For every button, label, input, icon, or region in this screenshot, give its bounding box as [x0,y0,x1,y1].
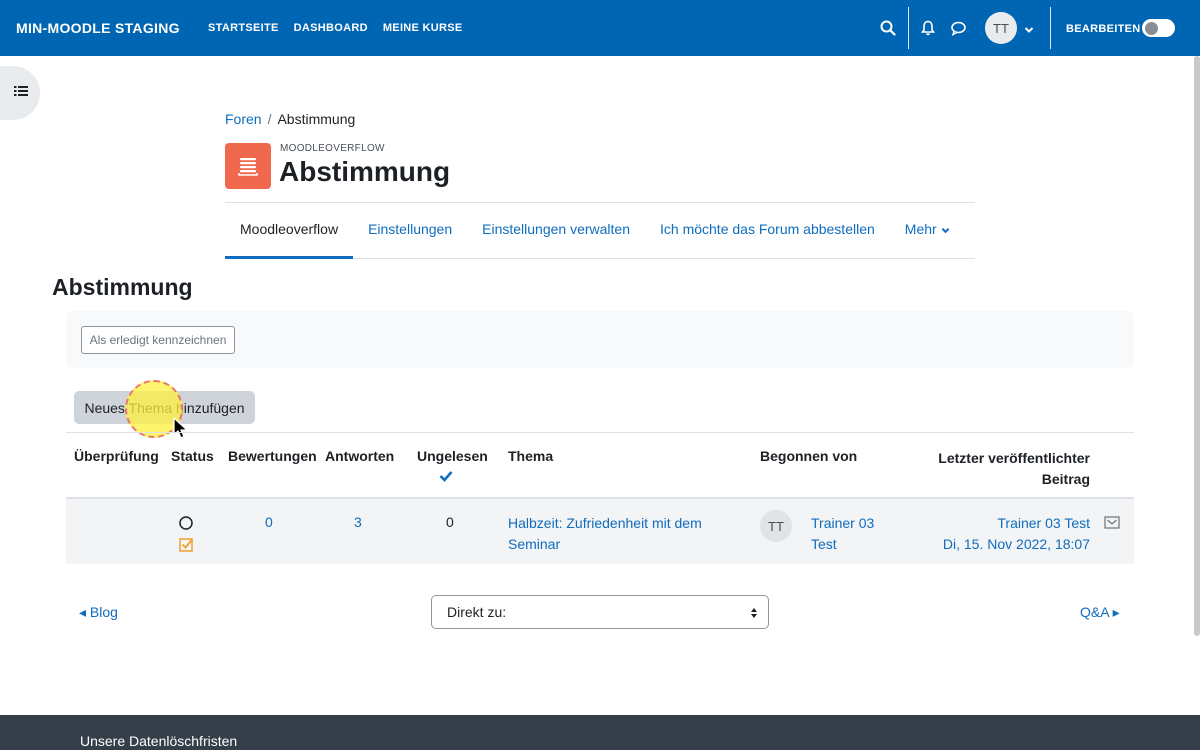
checkbox-status-icon [179,537,194,557]
page-footer: Unsere Datenlöschfristen [0,715,1200,750]
page-scrollbar[interactable] [1194,56,1200,636]
chevron-down-icon[interactable] [1024,22,1034,40]
bell-icon[interactable] [918,18,938,38]
toggle-knob [1145,22,1158,35]
author-link-line1: Trainer 03 [811,515,875,531]
select-arrows-icon [750,606,758,622]
unread-count: 0 [446,514,454,530]
column-header-status: Status [171,448,214,464]
breadcrumb: Foren / Abstimmung [225,111,355,127]
tab-einstellungen-verwalten[interactable]: Einstellungen verwalten [467,203,645,259]
footer-data-retention-link[interactable]: Unsere Datenlöschfristen [80,733,237,749]
user-avatar[interactable]: TT [985,12,1017,44]
nav-link-meine-kurse[interactable]: MEINE KURSE [383,22,463,34]
nav-link-dashboard[interactable]: DASHBOARD [294,22,368,34]
activity-completion-panel: Als erledigt kennzeichnen [66,311,1134,368]
tab-mehr-label: Mehr [904,221,937,237]
author-avatar[interactable]: TT [760,510,792,542]
breadcrumb-separator: / [267,111,272,127]
column-header-replies: Antworten [325,448,395,464]
edit-mode-label: BEARBEITEN [1066,23,1141,35]
column-header-last-post: Letzter veröffentlichter Beitrag [920,448,1090,490]
checkmark-icon[interactable] [439,469,453,487]
jump-to-label: Direkt zu: [447,604,507,620]
column-header-started-by: Begonnen von [760,448,858,464]
message-icon[interactable] [948,18,968,38]
secondary-nav: Moodleoverflow Einstellungen Einstellung… [225,203,975,259]
primary-nav: STARTSEITE DASHBOARD MEINE KURSE [208,22,463,34]
edit-mode-toggle[interactable] [1142,19,1175,37]
circle-status-icon [179,516,193,535]
replies-count[interactable]: 3 [354,514,362,530]
next-activity-link[interactable]: Q&A ▸ [1080,604,1120,621]
column-header-unread: Ungelesen [417,448,488,464]
topic-link-line2: Seminar [508,536,561,552]
nav-link-startseite[interactable]: STARTSEITE [208,22,279,34]
column-header-last-post-line1: Letzter veröffentlichter [938,450,1090,466]
author-link[interactable]: Trainer 03 Test [811,513,874,555]
last-post-date: Di, 15. Nov 2022, 18:07 [942,536,1090,552]
last-post-link[interactable]: Trainer 03 Test Di, 15. Nov 2022, 18:07 [920,513,1090,555]
moodleoverflow-icon [225,143,271,189]
breadcrumb-foren[interactable]: Foren [225,111,262,127]
page-title: Abstimmung [279,156,451,187]
table-top-border [66,432,1134,433]
tab-moodleoverflow[interactable]: Moodleoverflow [225,203,354,259]
site-brand[interactable]: MIN-MOODLE STAGING [16,20,180,36]
tab-mehr[interactable]: Mehr [890,203,965,259]
list-icon [14,84,28,102]
ratings-count[interactable]: 0 [265,514,273,530]
search-icon[interactable] [878,18,898,38]
previous-activity-link[interactable]: ◂ Blog [79,604,118,621]
navbar-divider [908,7,909,49]
tab-forum-abbestellen[interactable]: Ich möchte das Forum abbestellen [645,203,890,259]
author-link-line2: Test [811,536,837,552]
section-title: Abstimmung [52,274,193,300]
column-header-ratings: Bewertungen [228,448,317,464]
navbar-divider [1050,7,1051,49]
topic-link[interactable]: Halbzeit: Zufriedenheit mit dem Seminar [508,513,702,555]
top-navbar: MIN-MOODLE STAGING STARTSEITE DASHBOARD … [0,0,1200,56]
column-header-last-post-line2: Beitrag [1041,471,1090,487]
last-post-author: Trainer 03 Test [997,515,1090,531]
breadcrumb-current: Abstimmung [277,111,356,127]
module-type-label: MOODLEOVERFLOW [280,143,385,154]
jump-to-select[interactable]: Direkt zu: [431,595,769,629]
course-index-toggle[interactable] [0,66,40,120]
subscribe-envelope-icon[interactable] [1104,516,1120,534]
column-header-topic: Thema [508,448,554,464]
chevron-down-icon [941,222,950,238]
tab-einstellungen[interactable]: Einstellungen [353,203,467,259]
topic-link-line1: Halbzeit: Zufriedenheit mit dem [508,515,702,531]
mark-as-done-button[interactable]: Als erledigt kennzeichnen [81,326,235,354]
column-header-review: Überprüfung [74,448,159,464]
